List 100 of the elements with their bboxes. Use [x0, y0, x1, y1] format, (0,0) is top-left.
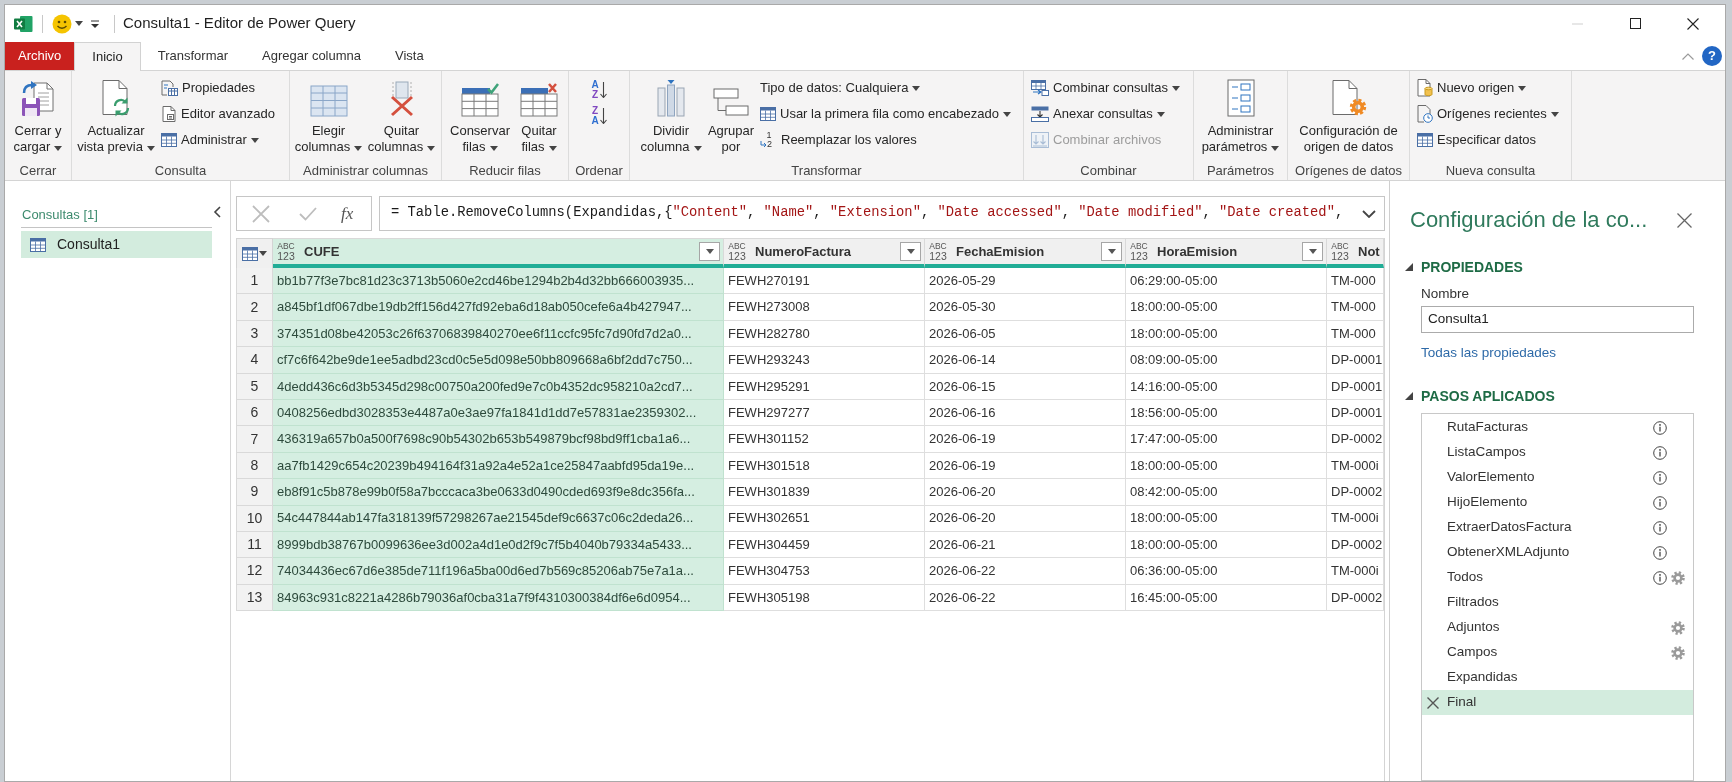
- table-cell: 08:09:00-05:00: [1126, 347, 1327, 374]
- applied-step[interactable]: Expandidas: [1422, 665, 1693, 690]
- ribbon-tab[interactable]: Transformar: [140, 42, 246, 70]
- refresh-document-icon: [101, 79, 131, 117]
- ribbon-button[interactable]: Cerrar y cargar: [9, 71, 67, 161]
- expanded-triangle-icon[interactable]: [1405, 263, 1413, 271]
- applied-step[interactable]: ValorElemento: [1422, 465, 1693, 490]
- ribbon-button[interactable]: Dividir columna: [639, 71, 703, 161]
- row-number: 11: [236, 531, 273, 559]
- ribbon-button[interactable]: Actualizar vista previa: [75, 71, 157, 161]
- applied-step[interactable]: Todos: [1422, 565, 1693, 590]
- column-type-button[interactable]: ABC 123: [1129, 241, 1149, 262]
- table-cell: FEWH301518: [724, 452, 925, 480]
- customize-toolbar-icon[interactable]: [91, 19, 99, 28]
- ribbon-button[interactable]: Elegir columnas: [293, 71, 364, 161]
- ribbon-tab[interactable]: Vista: [378, 42, 441, 70]
- ribbon-button[interactable]: Especificar datos: [1416, 128, 1560, 152]
- ribbon-group-label: Reducir filas: [469, 163, 541, 180]
- column-type-button[interactable]: ABC 123: [727, 241, 747, 262]
- settings-icon[interactable]: [1671, 620, 1685, 635]
- applied-step[interactable]: Filtrados: [1422, 590, 1693, 615]
- table-cell: eb8f91c5b878e99b0f58a7bcccaca3be0633d0490cded693f9e8dc356fa...: [273, 479, 724, 506]
- table-icon: [760, 107, 776, 121]
- info-icon[interactable]: [1653, 445, 1667, 460]
- ribbon-button[interactable]: Editor avanzado: [160, 102, 276, 126]
- info-icon[interactable]: [1653, 570, 1667, 585]
- insert-function-button[interactable]: fx: [341, 204, 354, 223]
- ribbon-button[interactable]: Administrar parámetros: [1198, 71, 1283, 161]
- chevron-left-icon[interactable]: [213, 206, 221, 218]
- ribbon-button[interactable]: Tipo de datos: Cualquiera: [759, 76, 1012, 100]
- info-icon[interactable]: [1653, 545, 1667, 560]
- table-cell: FEWH273008: [724, 294, 925, 321]
- name-field[interactable]: Consulta1: [1421, 306, 1694, 333]
- filter-button[interactable]: [900, 242, 921, 261]
- document-database-icon: [1417, 79, 1433, 97]
- applied-step[interactable]: ObtenerXMLAdjunto: [1422, 540, 1693, 565]
- ribbon-tab[interactable]: Agregar columna: [245, 42, 379, 70]
- sort-descending-button[interactable]: Z A: [591, 105, 607, 127]
- info-icon[interactable]: [1653, 470, 1667, 485]
- applied-step[interactable]: HijoElemento: [1422, 490, 1693, 515]
- filter-button[interactable]: [1101, 242, 1122, 261]
- ribbon-group-label: Orígenes de datos: [1295, 163, 1402, 180]
- applied-step[interactable]: ExtraerDatosFactura: [1422, 515, 1693, 540]
- query-item[interactable]: Consulta1: [21, 231, 212, 258]
- file-tab[interactable]: Archivo: [5, 42, 75, 70]
- check-icon[interactable]: [299, 206, 317, 221]
- ribbon-button[interactable]: Orígenes recientes: [1416, 102, 1560, 126]
- caret-icon: [354, 145, 363, 151]
- row-number: 8: [236, 452, 273, 480]
- ribbon-button[interactable]: Anexar consultas: [1030, 102, 1181, 126]
- ribbon-button[interactable]: Agrupar por: [705, 71, 757, 161]
- table-cell: 18:56:00-05:00: [1126, 399, 1327, 427]
- ribbon-button[interactable]: Quitar filas: [516, 71, 562, 161]
- info-icon[interactable]: [1653, 495, 1667, 510]
- applied-step[interactable]: Adjuntos: [1422, 615, 1693, 640]
- applied-step[interactable]: Final: [1422, 690, 1693, 715]
- maximize-icon[interactable]: [1629, 18, 1641, 29]
- row-number: 7: [236, 426, 273, 453]
- ribbon-button[interactable]: Propiedades: [160, 76, 276, 100]
- settings-icon[interactable]: [1671, 570, 1685, 585]
- ribbon-button[interactable]: Administrar: [160, 128, 276, 152]
- ribbon-tab[interactable]: Inicio: [74, 42, 141, 71]
- applied-step[interactable]: RutaFacturas: [1422, 415, 1693, 440]
- caret-icon: [1308, 249, 1317, 254]
- table-cell: DP-0002: [1327, 584, 1384, 612]
- table-cell: bb1b77f3e7bc81d23c3713b5060e2cd46be1294b2b4d32bb666003935...: [273, 268, 724, 295]
- applied-step[interactable]: ListaCampos: [1422, 440, 1693, 465]
- ribbon-button[interactable]: Combinar consultas: [1030, 76, 1181, 100]
- info-icon[interactable]: [1653, 520, 1667, 535]
- table-cell: FEWH293243: [724, 347, 925, 374]
- column-type-button[interactable]: ABC 123: [928, 241, 948, 262]
- settings-icon[interactable]: [1671, 645, 1685, 660]
- expanded-triangle-icon[interactable]: [1405, 392, 1413, 400]
- sort-ascending-button[interactable]: A Z: [591, 79, 607, 101]
- caret-icon: [912, 85, 921, 91]
- all-properties-link[interactable]: Todas las propiedades: [1421, 344, 1557, 362]
- ribbon-button[interactable]: Configuración de origen de datos: [1293, 71, 1404, 161]
- applied-step[interactable]: Campos: [1422, 640, 1693, 665]
- column-type-button[interactable]: ABC 123: [276, 241, 296, 262]
- delete-icon[interactable]: [1427, 696, 1439, 709]
- filter-button[interactable]: [1302, 242, 1323, 261]
- help-button[interactable]: ?: [1702, 46, 1722, 66]
- caret-icon: [906, 249, 915, 254]
- close-icon[interactable]: [1687, 17, 1699, 30]
- collapse-ribbon-icon[interactable]: [1682, 52, 1694, 60]
- formula-field[interactable]: = Table.RemoveColumns(Expandidas,{"Content", "Name", "Extension", "Date accessed", "Date modified", "Date created",: [379, 196, 1385, 231]
- row-number: 2: [236, 294, 273, 321]
- table-cell: 17:47:00-05:00: [1126, 426, 1327, 453]
- ribbon-button[interactable]: Nuevo origen: [1416, 76, 1560, 100]
- info-icon[interactable]: [1653, 420, 1667, 435]
- ribbon-button[interactable]: Conservar filas: [448, 71, 512, 161]
- filter-button[interactable]: [699, 242, 720, 261]
- ribbon-group-label: Transformar: [791, 163, 862, 180]
- table-menu-button[interactable]: [236, 238, 273, 268]
- chevron-down-icon[interactable]: [1362, 209, 1376, 218]
- smiley-icon[interactable]: [52, 13, 72, 34]
- ribbon-button[interactable]: Quitar columnas: [365, 71, 438, 161]
- ribbon-button[interactable]: Usar la primera fila como encabezado: [759, 102, 1012, 126]
- table-icon: [1417, 133, 1433, 147]
- column-type-button[interactable]: ABC 123: [1330, 241, 1350, 262]
